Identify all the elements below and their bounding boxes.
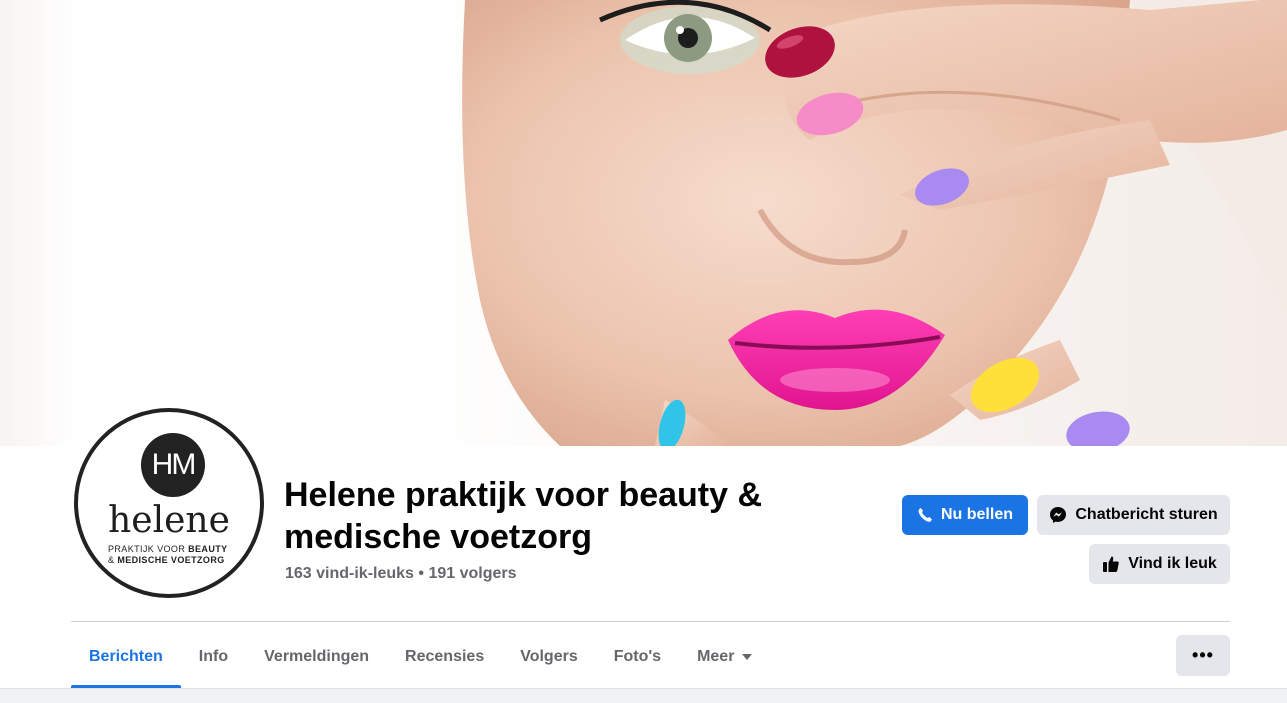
tab-label: Recensies — [405, 648, 485, 665]
tab-label: Volgers — [520, 648, 578, 665]
messenger-icon — [1050, 507, 1067, 523]
page-title: Helene praktijk voor beauty & medische v… — [284, 476, 763, 556]
tab-reviews[interactable]: Recensies — [387, 626, 502, 688]
feed-background — [0, 688, 1287, 703]
tab-photos[interactable]: Foto's — [596, 626, 679, 688]
logo-sub1-a: PRAKTIJK VOOR — [108, 544, 189, 554]
logo-subtitle-line1: PRAKTIJK VOOR BEAUTY — [108, 544, 246, 554]
logo-sub2-a: & — [108, 555, 118, 565]
logo-sub1-b: BEAUTY — [188, 544, 228, 554]
header-divider — [71, 621, 1230, 622]
logo-mark: HM — [141, 433, 205, 497]
tab-label: Meer — [697, 648, 735, 665]
like-page-label: Vind ik leuk — [1128, 555, 1217, 572]
tab-followers[interactable]: Volgers — [502, 626, 596, 688]
page-stats[interactable]: 163 vind-ik-leuks • 191 volgers — [285, 565, 517, 583]
tab-label: Foto's — [613, 648, 662, 665]
tab-label: Berichten — [89, 648, 163, 665]
caret-down-icon — [742, 654, 753, 660]
call-button[interactable]: Nu bellen — [902, 495, 1028, 535]
more-options-button[interactable]: ••• — [1176, 635, 1230, 676]
logo-subtitle-line2: & MEDISCHE VOETZORG — [108, 555, 246, 565]
logo-sub2-b: MEDISCHE VOETZORG — [117, 555, 225, 565]
avatar-inner: HM helene PRAKTIJK VOOR BEAUTY & MEDISCH… — [82, 416, 256, 590]
call-button-label: Nu bellen — [940, 506, 1013, 523]
page-tabs: Berichten Info Vermeldingen Recensies Vo… — [71, 626, 770, 688]
tab-label: Vermeldingen — [264, 648, 370, 665]
phone-icon — [918, 508, 932, 522]
profile-avatar[interactable]: HM helene PRAKTIJK VOOR BEAUTY & MEDISCH… — [74, 408, 264, 598]
tab-posts[interactable]: Berichten — [71, 626, 181, 688]
cover-photo[interactable] — [0, 0, 1287, 446]
tab-about[interactable]: Info — [181, 626, 246, 688]
send-message-label: Chatbericht sturen — [1075, 506, 1218, 523]
thumbs-up-icon — [1103, 556, 1119, 572]
more-options-icon: ••• — [1192, 645, 1214, 665]
cover-illustration — [462, 0, 1287, 446]
tab-more[interactable]: Meer — [679, 626, 770, 688]
tab-mentions[interactable]: Vermeldingen — [246, 626, 387, 688]
send-message-button[interactable]: Chatbericht sturen — [1037, 495, 1230, 535]
logo-word: helene — [108, 500, 230, 541]
like-page-button[interactable]: Vind ik leuk — [1089, 544, 1230, 584]
tab-label: Info — [198, 648, 229, 665]
facebook-page-header: HM helene PRAKTIJK VOOR BEAUTY & MEDISCH… — [0, 0, 1287, 703]
